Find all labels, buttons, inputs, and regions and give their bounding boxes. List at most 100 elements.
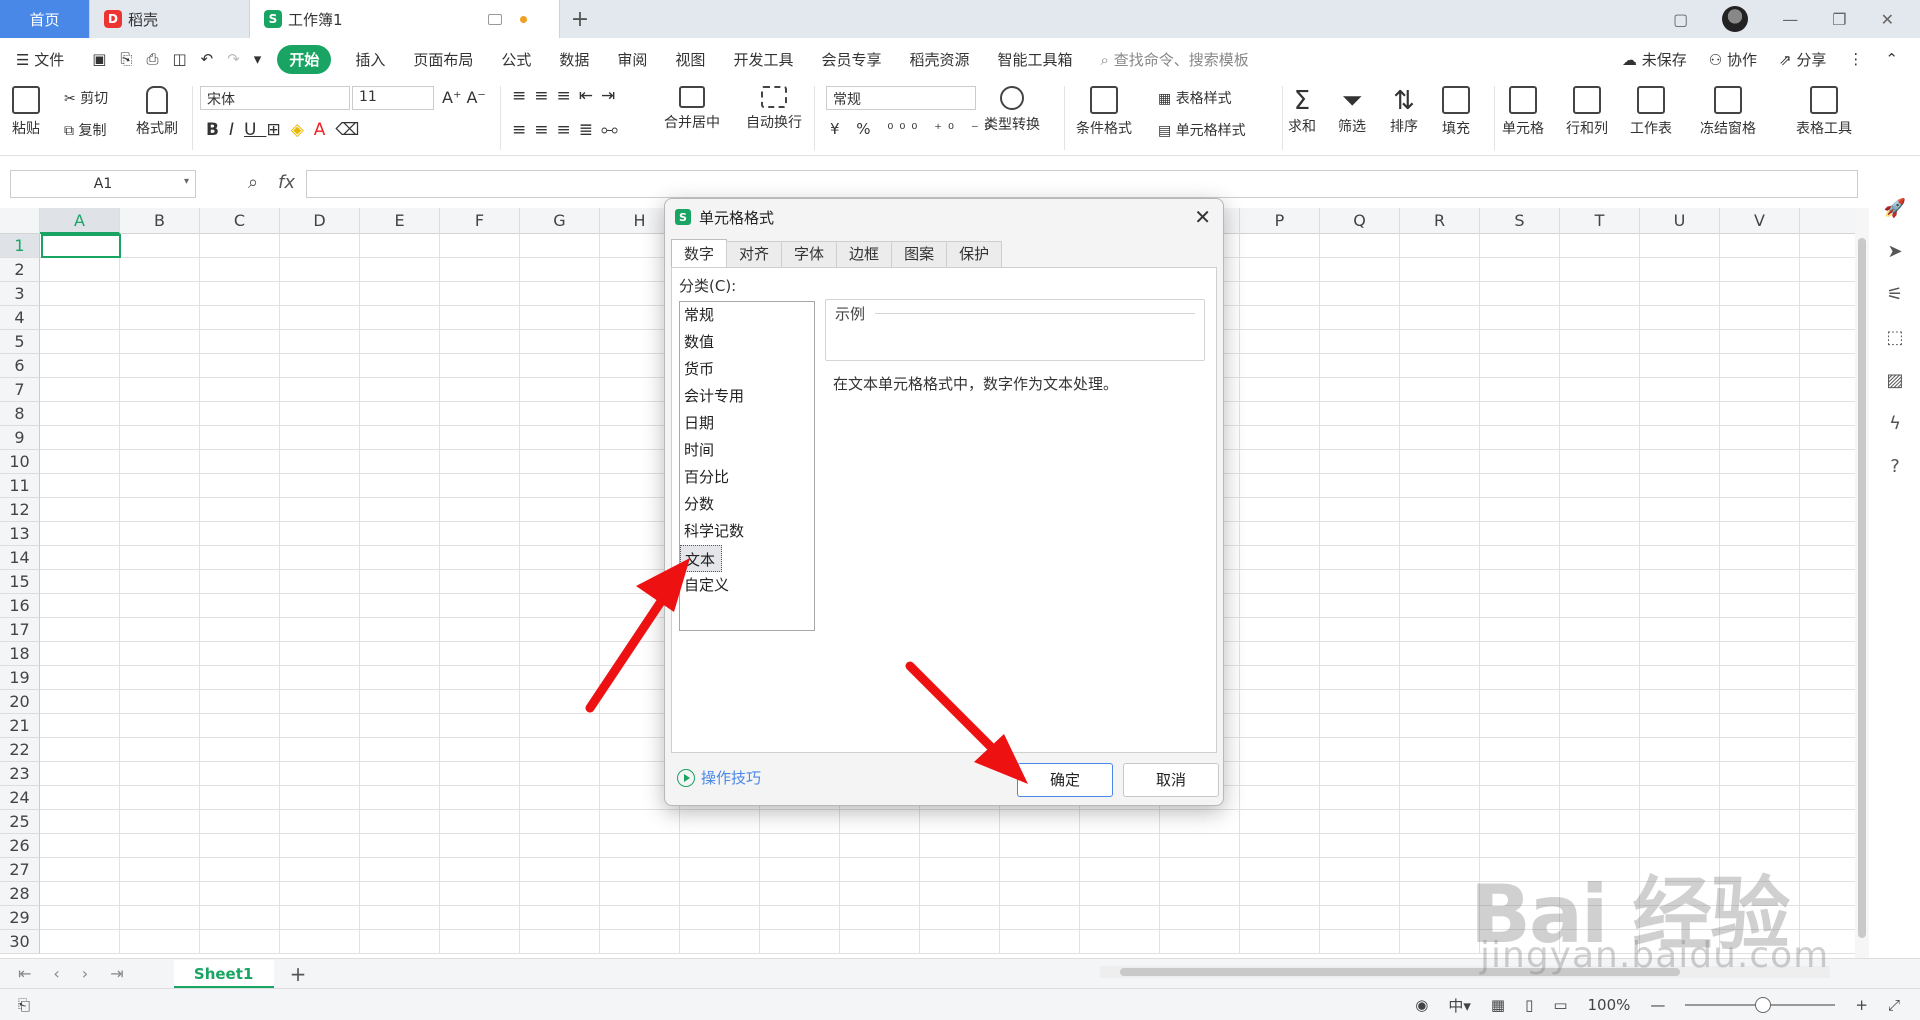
underline-icon[interactable]: U bbox=[244, 120, 266, 140]
row-header[interactable]: 5 bbox=[0, 330, 40, 354]
column-header[interactable]: S bbox=[1480, 208, 1560, 234]
row-header[interactable]: 18 bbox=[0, 642, 40, 666]
row-header[interactable]: 14 bbox=[0, 546, 40, 570]
row-header[interactable]: 9 bbox=[0, 426, 40, 450]
category-general[interactable]: 常规 bbox=[680, 302, 814, 329]
input-method-icon[interactable]: 中▾ bbox=[1448, 995, 1471, 1016]
zoom-search-icon[interactable]: ⌕ bbox=[248, 172, 258, 193]
tab-workbook[interactable]: S 工作簿1 bbox=[250, 0, 560, 38]
name-box-dropdown-icon[interactable]: ▾ bbox=[184, 176, 189, 187]
tab-number[interactable]: 数字 bbox=[671, 239, 728, 267]
cell-style-button[interactable]: ▤ 单元格样式 bbox=[1158, 120, 1246, 140]
ok-button[interactable]: 确定 bbox=[1017, 763, 1113, 797]
restore-button[interactable]: ❐ bbox=[1832, 10, 1846, 29]
fx-icon[interactable]: fx bbox=[278, 172, 295, 193]
sliders-icon[interactable]: ⚟ bbox=[1887, 284, 1903, 305]
minimize-button[interactable]: — bbox=[1782, 10, 1798, 29]
category-number[interactable]: 数值 bbox=[680, 329, 814, 356]
add-sheet-button[interactable]: + bbox=[290, 962, 307, 986]
column-header[interactable]: Q bbox=[1320, 208, 1400, 234]
tab-pattern[interactable]: 图案 bbox=[891, 241, 948, 267]
zoom-out-icon[interactable]: — bbox=[1650, 996, 1665, 1014]
worksheet-button[interactable]: 工作表 bbox=[1630, 86, 1672, 138]
row-header[interactable]: 10 bbox=[0, 450, 40, 474]
select-all-corner[interactable] bbox=[0, 208, 40, 234]
row-header[interactable]: 23 bbox=[0, 762, 40, 786]
name-box[interactable]: A1 bbox=[10, 170, 196, 198]
clear-icon[interactable]: ⌫ bbox=[335, 120, 369, 140]
category-list[interactable]: 常规 数值 货币 会计专用 日期 时间 百分比 分数 科学记数 文本 特殊 自定… bbox=[679, 301, 815, 631]
row-header[interactable]: 24 bbox=[0, 786, 40, 810]
cursor-icon[interactable]: ➤ bbox=[1887, 241, 1902, 262]
row-header[interactable]: 8 bbox=[0, 402, 40, 426]
menu-item-smart-toolbox[interactable]: 智能工具箱 bbox=[997, 49, 1072, 70]
font-color-icon[interactable]: A bbox=[314, 120, 336, 140]
row-header[interactable]: 22 bbox=[0, 738, 40, 762]
column-header[interactable]: P bbox=[1240, 208, 1320, 234]
chart-image-icon[interactable]: ▨ bbox=[1886, 370, 1903, 391]
collab-button[interactable]: ⚇ 协作 bbox=[1709, 49, 1757, 70]
menu-item-page-layout[interactable]: 页面布局 bbox=[413, 49, 473, 70]
preview-icon[interactable]: ◫ bbox=[172, 50, 186, 68]
sheet-nav-icons[interactable]: ⇤‹›⇥ bbox=[18, 964, 146, 983]
redo-icon[interactable]: ↷ bbox=[227, 50, 240, 68]
font-size-select[interactable]: 11 bbox=[352, 86, 434, 110]
window-layout-icon[interactable]: ▢ bbox=[1673, 10, 1688, 29]
format-painter-button[interactable]: 格式刷 bbox=[136, 86, 178, 138]
category-currency[interactable]: 货币 bbox=[680, 356, 814, 383]
row-header[interactable]: 20 bbox=[0, 690, 40, 714]
category-date[interactable]: 日期 bbox=[680, 410, 814, 437]
category-fraction[interactable]: 分数 bbox=[680, 491, 814, 518]
more-icon[interactable]: ⋮ bbox=[1848, 50, 1863, 68]
category-text[interactable]: 文本 bbox=[680, 545, 723, 572]
row-header[interactable]: 28 bbox=[0, 882, 40, 906]
fullscreen-icon[interactable]: ⤢ bbox=[1888, 996, 1900, 1014]
row-header[interactable]: 13 bbox=[0, 522, 40, 546]
row-header[interactable]: 11 bbox=[0, 474, 40, 498]
row-header[interactable]: 15 bbox=[0, 570, 40, 594]
column-header[interactable]: U bbox=[1640, 208, 1720, 234]
align-top-group[interactable]: ≡≡≡⇤⇥ bbox=[512, 86, 623, 106]
sheet-tab-sheet1[interactable]: Sheet1 bbox=[173, 959, 274, 988]
zoom-in-icon[interactable]: + bbox=[1855, 996, 1868, 1014]
lightning-icon[interactable]: ϟ bbox=[1889, 413, 1901, 434]
save-icon[interactable]: ▣ bbox=[92, 50, 106, 68]
column-header[interactable]: A bbox=[40, 208, 120, 234]
column-header[interactable]: B bbox=[120, 208, 200, 234]
column-header[interactable]: C bbox=[200, 208, 280, 234]
column-header[interactable]: V bbox=[1720, 208, 1800, 234]
sort-button[interactable]: ⇅ 排序 bbox=[1390, 86, 1418, 136]
formula-input[interactable] bbox=[306, 170, 1858, 198]
tab-home[interactable]: 首页 bbox=[0, 0, 90, 38]
type-convert-button[interactable]: 类型转换 bbox=[984, 86, 1040, 134]
menu-item-data[interactable]: 数据 bbox=[559, 49, 589, 70]
column-header[interactable]: D bbox=[280, 208, 360, 234]
column-header[interactable]: E bbox=[360, 208, 440, 234]
menu-item-docer-resources[interactable]: 稻壳资源 bbox=[909, 49, 969, 70]
bold-icon[interactable]: B bbox=[206, 120, 229, 140]
collapse-ribbon-icon[interactable]: ⌃ bbox=[1885, 50, 1898, 68]
column-header[interactable]: R bbox=[1400, 208, 1480, 234]
fill-button[interactable]: 填充 bbox=[1442, 86, 1470, 138]
export-icon[interactable]: ⎘ bbox=[120, 50, 132, 68]
row-header[interactable]: 29 bbox=[0, 906, 40, 930]
row-header[interactable]: 12 bbox=[0, 498, 40, 522]
vertical-scrollbar[interactable] bbox=[1855, 208, 1869, 958]
menu-item-review[interactable]: 审阅 bbox=[617, 49, 647, 70]
merge-center-button[interactable]: 合并居中 bbox=[664, 86, 720, 132]
row-header[interactable]: 1 bbox=[0, 234, 40, 258]
number-format-select[interactable]: 常规 bbox=[826, 86, 976, 110]
copy-button[interactable]: ⧉ 复制 bbox=[64, 120, 106, 140]
row-header[interactable]: 17 bbox=[0, 618, 40, 642]
row-header[interactable]: 16 bbox=[0, 594, 40, 618]
menu-item-member[interactable]: 会员专享 bbox=[821, 49, 881, 70]
rocket-icon[interactable]: 🚀 bbox=[1884, 198, 1906, 219]
macro-icon[interactable]: ⎗ bbox=[18, 996, 30, 1014]
tab-alignment[interactable]: 对齐 bbox=[726, 241, 783, 267]
wrap-text-button[interactable]: 自动换行 bbox=[746, 86, 802, 132]
menu-item-developer[interactable]: 开发工具 bbox=[733, 49, 793, 70]
file-menu[interactable]: ☰ 文件 bbox=[16, 49, 64, 70]
page-view-icon[interactable]: ▯ bbox=[1525, 996, 1533, 1014]
filter-button[interactable]: ⏷ 筛选 bbox=[1338, 86, 1366, 136]
border-icon[interactable]: ⊞ bbox=[266, 120, 290, 140]
